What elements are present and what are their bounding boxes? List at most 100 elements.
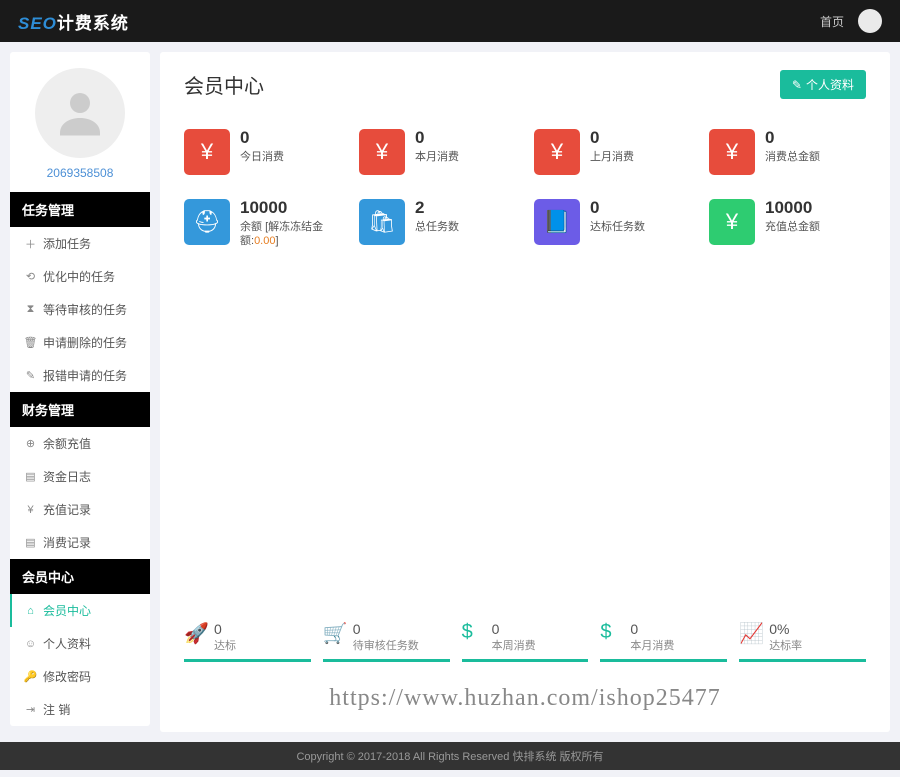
menu-item[interactable]: ✎ 报错申请的任务 xyxy=(10,359,150,392)
edit-profile-button[interactable]: ✎ 个人资料 xyxy=(780,70,866,99)
stat-value: 2 xyxy=(415,199,459,218)
sidebar: 2069358508 任务管理 ＋ 添加任务 ⟲ 优化中的任务 ⧗ 等待审核的任务 🗑申请删除… xyxy=(10,52,150,726)
stat-icon: ¥ xyxy=(709,129,755,175)
menu-label: 余额充值 xyxy=(43,435,91,452)
bottom-stat-value: 0 xyxy=(214,621,236,637)
topbar: SEO计费系统 首页 xyxy=(0,0,900,42)
username[interactable]: 2069358508 xyxy=(10,166,150,180)
stat-card: ¥0 消费总金额 xyxy=(709,129,866,175)
menu-item[interactable]: 🗑申请删除的任务 xyxy=(10,326,150,359)
menu-label: 个人资料 xyxy=(43,635,91,652)
bottom-stat-value: 0 xyxy=(492,621,536,637)
menu-header: 财务管理 xyxy=(10,392,150,427)
menu-item[interactable]: ＋ 添加任务 xyxy=(10,227,150,260)
stats-row-2: ⛑10000余额 [解冻冻结金额:0.00]🛍2总任务数📘0达标任务数¥1000… xyxy=(184,199,866,248)
bottom-stat: $0本周消费 xyxy=(462,621,589,662)
stat-icon: ⛑ xyxy=(184,199,230,245)
stat-value: 0 xyxy=(590,199,645,218)
stat-value: 0 xyxy=(765,129,820,148)
avatar-big xyxy=(35,68,125,158)
menu-label: 资金日志 xyxy=(43,468,91,485)
menu-item[interactable]: ⊕ 余额充值 xyxy=(10,427,150,460)
stat-value: 0 xyxy=(240,129,284,148)
main-panel: 会员中心 ✎ 个人资料 ¥0 今日消费 ¥0 本月消费 ¥0 上月消费 ¥0 消费总金额 ⛑ 1… xyxy=(160,52,890,732)
stat-card: ⛑10000余额 [解冻冻结金额:0.00] xyxy=(184,199,341,248)
stat-label: 总任务数 xyxy=(415,220,459,234)
menu-label: 消费记录 xyxy=(43,534,91,551)
bottom-stat: 📈0%达标率 xyxy=(739,621,866,662)
menu-label: 会员中心 xyxy=(43,602,91,619)
menu-icon: ＋ xyxy=(24,236,37,252)
bottom-stat-icon: $ xyxy=(600,621,622,644)
menu-icon: ▤ xyxy=(24,470,37,483)
menu-label: 等待审核的任务 xyxy=(43,301,127,318)
stat-label: 本月消费 xyxy=(415,150,459,164)
stat-label: 今日消费 xyxy=(240,150,284,164)
stat-card: ¥0 今日消费 xyxy=(184,129,341,175)
stat-icon: 🛍 xyxy=(359,199,405,245)
nav-home[interactable]: 首页 xyxy=(820,13,844,30)
menu-icon: ¥ xyxy=(24,504,37,516)
bottom-stat-label: 待审核任务数 xyxy=(353,637,419,653)
stats-row-1: ¥0 今日消费 ¥0 本月消费 ¥0 上月消费 ¥0 消费总金额 xyxy=(184,129,866,175)
menu-header: 会员中心 xyxy=(10,559,150,594)
watermark: https://www.huzhan.com/ishop25477 xyxy=(160,685,890,712)
logo: SEO计费系统 xyxy=(18,9,129,34)
bottom-stat-value: 0 xyxy=(353,621,419,637)
menu-header: 任务管理 xyxy=(10,192,150,227)
bottom-stat-label: 本周消费 xyxy=(492,637,536,653)
menu-label: 优化中的任务 xyxy=(43,268,115,285)
menu-item[interactable]: ⌂ 会员中心 xyxy=(10,594,150,627)
bottom-stat: $0本月消费 xyxy=(600,621,727,662)
bottom-stat-label: 达标率 xyxy=(769,637,802,653)
menu-icon: ✎ xyxy=(24,369,37,382)
menu-icon: ⌂ xyxy=(24,605,37,617)
menu-icon: ⧗ xyxy=(24,303,37,316)
stat-icon: ¥ xyxy=(534,129,580,175)
menu-item[interactable]: ⧗ 等待审核的任务 xyxy=(10,293,150,326)
stat-label: 消费总金额 xyxy=(765,150,820,164)
stat-card: ¥0 本月消费 xyxy=(359,129,516,175)
menu-item[interactable]: ☺ 个人资料 xyxy=(10,627,150,660)
menu-icon: ☺ xyxy=(24,638,37,650)
stat-label: 达标任务数 xyxy=(590,220,645,234)
stat-icon: ¥ xyxy=(184,129,230,175)
pencil-icon: ✎ xyxy=(792,78,802,92)
page-title: 会员中心 xyxy=(184,70,264,99)
menu-item[interactable]: ⟲ 优化中的任务 xyxy=(10,260,150,293)
bottom-stat-value: 0 xyxy=(630,621,674,637)
menu-item[interactable]: 🔑修改密码 xyxy=(10,660,150,693)
menu-icon: ▤ xyxy=(24,536,37,549)
avatar-small[interactable] xyxy=(858,9,882,33)
stat-value: 10000 xyxy=(765,199,820,218)
stat-icon: 📘 xyxy=(534,199,580,245)
stat-icon: ¥ xyxy=(359,129,405,175)
menu-label: 报错申请的任务 xyxy=(43,367,127,384)
menu-item[interactable]: ¥ 充值记录 xyxy=(10,493,150,526)
bottom-stat: 🚀 0达标 xyxy=(184,621,311,662)
menu-label: 充值记录 xyxy=(43,501,91,518)
bottom-stat-icon: $ xyxy=(462,621,484,644)
stat-icon: ¥ xyxy=(709,199,755,245)
stat-card: 🛍 2 总任务数 xyxy=(359,199,516,248)
menu-icon: ⟲ xyxy=(24,270,37,283)
bottom-stat-icon: 🚀 xyxy=(184,621,206,646)
menu-icon: ⊕ xyxy=(24,437,37,450)
footer: Copyright © 2017-2018 All Rights Reserve… xyxy=(0,742,900,770)
bottom-stat-label: 达标 xyxy=(214,637,236,653)
menu-label: 添加任务 xyxy=(43,235,91,252)
menu-item[interactable]: ▤ 消费记录 xyxy=(10,526,150,559)
stat-label: 上月消费 xyxy=(590,150,634,164)
menu-item[interactable]: ▤ 资金日志 xyxy=(10,460,150,493)
menu-icon: 🗑 xyxy=(24,336,37,349)
menu-label: 修改密码 xyxy=(43,668,91,685)
bottom-stat-icon: 🛒 xyxy=(323,621,345,646)
stat-value: 0 xyxy=(590,129,634,148)
stat-value: 10000 xyxy=(240,199,341,218)
stat-card: 📘 0 达标任务数 xyxy=(534,199,691,248)
stat-value: 0 xyxy=(415,129,459,148)
stat-label: 充值总金额 xyxy=(765,220,820,234)
bottom-stat: 🛒 0待审核任务数 xyxy=(323,621,450,662)
profile-block: 2069358508 xyxy=(10,52,150,192)
menu-item[interactable]: ⇥注 销 xyxy=(10,693,150,726)
